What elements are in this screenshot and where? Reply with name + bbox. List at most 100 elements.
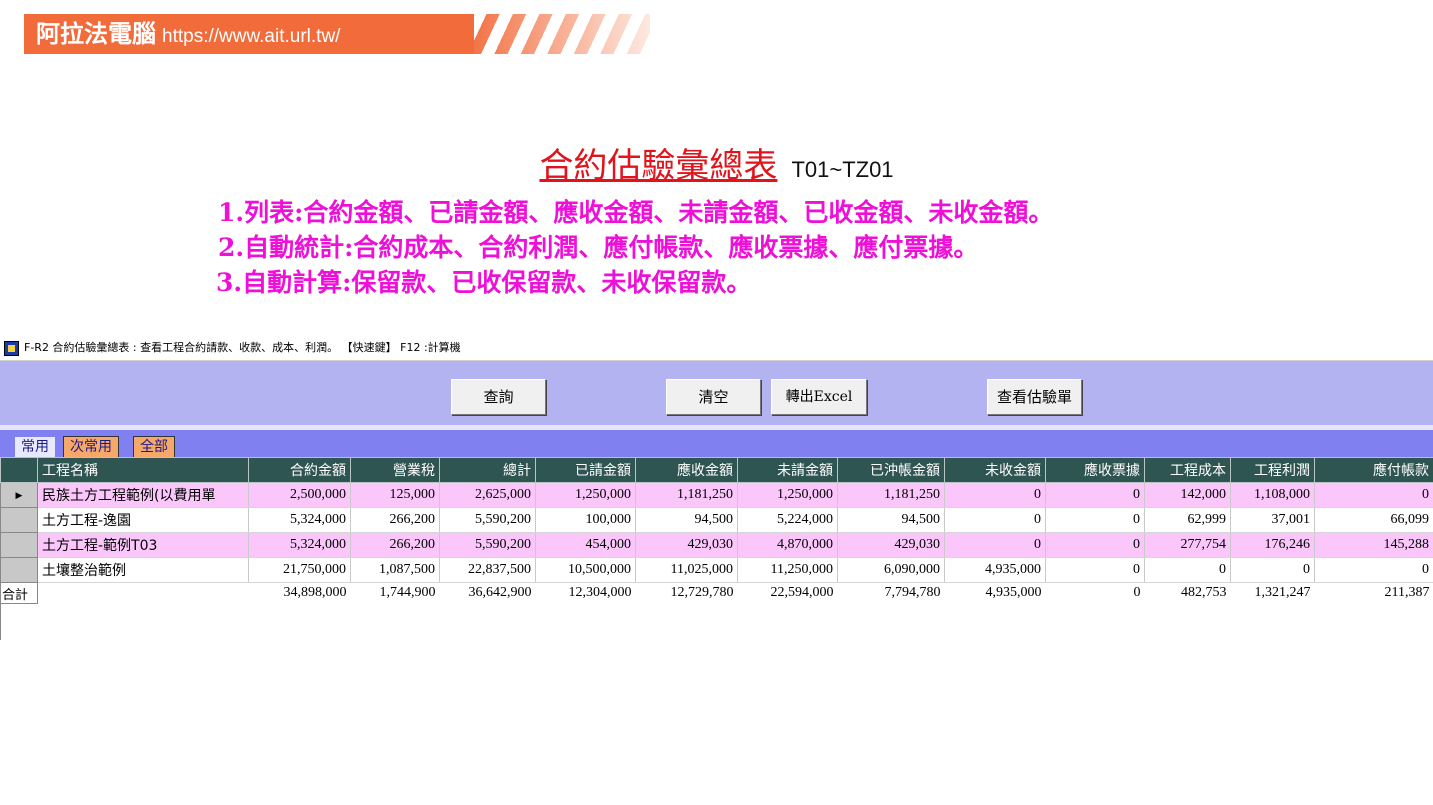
cell[interactable]: 454,000 [535, 532, 636, 558]
col-header-name[interactable]: 工程名稱 [37, 457, 249, 483]
cell[interactable]: 176,246 [1230, 532, 1315, 558]
col-header-profit[interactable]: 工程利潤 [1230, 457, 1315, 483]
cell[interactable]: 0 [1144, 557, 1231, 583]
cell[interactable]: 1,181,250 [635, 482, 738, 508]
cell[interactable]: 37,001 [1230, 507, 1315, 533]
total-cell-empty [37, 582, 249, 604]
col-header-payable[interactable]: 應付帳款 [1314, 457, 1433, 483]
col-header-contract-amount[interactable]: 合約金額 [248, 457, 351, 483]
page-title: 合約估驗彙總表 [539, 146, 778, 186]
total-cell: 7,794,780 [837, 582, 945, 604]
tab-secondary[interactable]: 次常用 [63, 436, 119, 457]
cell[interactable]: 66,099 [1314, 507, 1433, 533]
cell[interactable]: 0 [1045, 482, 1145, 508]
col-header-uncollected[interactable]: 未收金額 [944, 457, 1046, 483]
cell-name[interactable]: 民族土方工程範例(以費用單 [37, 482, 249, 508]
clear-button[interactable]: 清空 [666, 379, 761, 415]
cell[interactable]: 1,087,500 [350, 557, 440, 583]
cell[interactable]: 0 [1045, 557, 1145, 583]
cell[interactable]: 11,250,000 [737, 557, 838, 583]
tab-common[interactable]: 常用 [14, 436, 56, 457]
total-cell: 36,642,900 [439, 582, 536, 604]
cell[interactable]: 5,224,000 [737, 507, 838, 533]
col-header-notes-receivable[interactable]: 應收票據 [1045, 457, 1145, 483]
export-excel-button[interactable]: 轉出Excel [771, 379, 867, 415]
cell[interactable]: 0 [1314, 482, 1433, 508]
cell[interactable]: 125,000 [350, 482, 440, 508]
col-header-receivable[interactable]: 應收金額 [635, 457, 738, 483]
cell[interactable]: 0 [1314, 557, 1433, 583]
cell[interactable]: 142,000 [1144, 482, 1231, 508]
cell[interactable]: 22,837,500 [439, 557, 536, 583]
col-header-billed[interactable]: 已請金額 [535, 457, 636, 483]
cell[interactable]: 94,500 [837, 507, 945, 533]
total-cell: 211,387 [1314, 582, 1433, 604]
cell[interactable]: 2,500,000 [248, 482, 351, 508]
cell[interactable]: 5,590,200 [439, 507, 536, 533]
table-row[interactable]: 土方工程-範例T03 5,324,000 266,200 5,590,200 4… [0, 532, 1433, 558]
cell[interactable]: 62,999 [1144, 507, 1231, 533]
cell-name[interactable]: 土方工程-範例T03 [37, 532, 249, 558]
window-titlebar: F-R2 合約估驗彙總表 : 查看工程合約請款、收款、成本、利潤。 【快速鍵】 … [0, 336, 1433, 361]
col-header-business-tax[interactable]: 營業稅 [350, 457, 440, 483]
cell[interactable]: 6,090,000 [837, 557, 945, 583]
cell[interactable]: 94,500 [635, 507, 738, 533]
cell[interactable]: 266,200 [350, 532, 440, 558]
cell[interactable]: 4,870,000 [737, 532, 838, 558]
cell[interactable]: 5,324,000 [248, 532, 351, 558]
total-cell: 22,594,000 [737, 582, 838, 604]
cell[interactable]: 1,108,000 [1230, 482, 1315, 508]
banner-stripes [460, 14, 650, 54]
feature-line-3: 3.自動計算:保留款、已收保留款、未收保留款。 [216, 268, 752, 297]
query-button[interactable]: 查詢 [451, 379, 546, 415]
row-selector[interactable] [0, 507, 38, 533]
table-row[interactable]: 土方工程-逸園 5,324,000 266,200 5,590,200 100,… [0, 507, 1433, 533]
total-cell: 12,304,000 [535, 582, 636, 604]
cell[interactable]: 1,250,000 [737, 482, 838, 508]
table-row[interactable]: 土壤整治範例 21,750,000 1,087,500 22,837,500 1… [0, 557, 1433, 583]
col-header-total[interactable]: 總計 [439, 457, 536, 483]
cell[interactable]: 0 [944, 482, 1046, 508]
brand-url: https://www.ait.url.tw/ [162, 26, 341, 47]
cell[interactable]: 5,324,000 [248, 507, 351, 533]
totals-row: 合計 34,898,000 1,744,900 36,642,900 12,30… [0, 582, 1433, 604]
cell[interactable]: 429,030 [635, 532, 738, 558]
app-icon [4, 341, 19, 356]
cell[interactable]: 100,000 [535, 507, 636, 533]
brand-name: 阿拉法電腦 [36, 19, 156, 48]
total-cell: 4,935,000 [944, 582, 1046, 604]
window-title: F-R2 合約估驗彙總表 : 查看工程合約請款、收款、成本、利潤。 【快速鍵】 … [24, 341, 461, 354]
cell[interactable]: 0 [1045, 507, 1145, 533]
cell[interactable]: 4,935,000 [944, 557, 1046, 583]
row-selector[interactable] [0, 557, 38, 583]
banner-text: 阿拉法電腦 https://www.ait.url.tw/ [36, 16, 340, 52]
cell[interactable]: 429,030 [837, 532, 945, 558]
grid-header-row: 工程名稱 合約金額 營業稅 總計 已請金額 應收金額 未請金額 已沖帳金額 未收… [0, 457, 1433, 483]
cell[interactable]: 0 [944, 532, 1046, 558]
col-header-cost[interactable]: 工程成本 [1144, 457, 1231, 483]
col-header-unbilled[interactable]: 未請金額 [737, 457, 838, 483]
cell[interactable]: 10,500,000 [535, 557, 636, 583]
cell[interactable]: 266,200 [350, 507, 440, 533]
cell[interactable]: 1,181,250 [837, 482, 945, 508]
total-cell: 34,898,000 [248, 582, 351, 604]
cell[interactable]: 277,754 [1144, 532, 1231, 558]
cell[interactable]: 0 [1045, 532, 1145, 558]
total-cell: 0 [1045, 582, 1145, 604]
cell[interactable]: 1,250,000 [535, 482, 636, 508]
row-selector-current[interactable]: ▶ [0, 482, 38, 508]
cell-name[interactable]: 土方工程-逸園 [37, 507, 249, 533]
cell[interactable]: 145,288 [1314, 532, 1433, 558]
cell[interactable]: 21,750,000 [248, 557, 351, 583]
row-selector[interactable] [0, 532, 38, 558]
cell[interactable]: 2,625,000 [439, 482, 536, 508]
tab-all[interactable]: 全部 [133, 436, 175, 457]
cell[interactable]: 5,590,200 [439, 532, 536, 558]
cell[interactable]: 11,025,000 [635, 557, 738, 583]
view-estimate-button[interactable]: 查看估驗單 [987, 379, 1082, 415]
col-header-offset[interactable]: 已沖帳金額 [837, 457, 945, 483]
cell[interactable]: 0 [1230, 557, 1315, 583]
cell[interactable]: 0 [944, 507, 1046, 533]
table-row[interactable]: ▶ 民族土方工程範例(以費用單 2,500,000 125,000 2,625,… [0, 482, 1433, 508]
cell-name[interactable]: 土壤整治範例 [37, 557, 249, 583]
